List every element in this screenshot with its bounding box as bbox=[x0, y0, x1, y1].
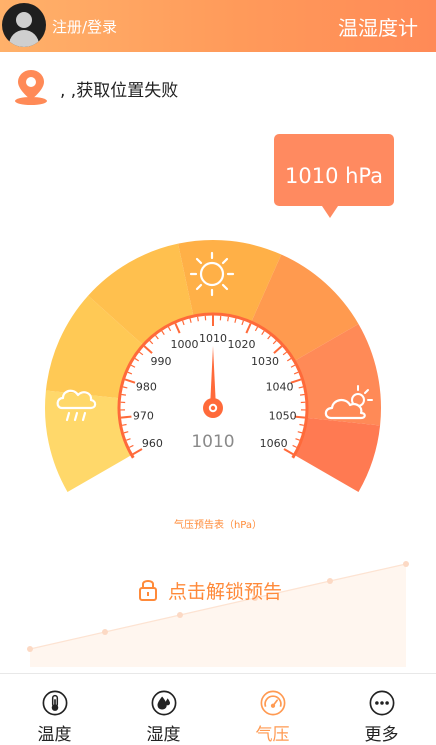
trend-point bbox=[403, 561, 409, 567]
lock-icon bbox=[138, 578, 158, 602]
gauge-tick-label: 1000 bbox=[171, 338, 199, 351]
gauge-tick bbox=[228, 317, 229, 321]
tab-humidity[interactable]: 湿度 bbox=[109, 674, 218, 745]
gauge-tick-label: 1030 bbox=[251, 355, 279, 368]
avatar-head bbox=[16, 12, 32, 28]
tab-label: 湿度 bbox=[147, 720, 181, 745]
tab-more[interactable]: 更多 bbox=[327, 674, 436, 745]
trend-point bbox=[177, 612, 183, 618]
forecast-trend-chart bbox=[0, 555, 436, 667]
humidity-drop-icon bbox=[150, 690, 178, 716]
gauge-tick-label: 1060 bbox=[260, 437, 288, 450]
trend-point bbox=[327, 578, 333, 584]
thermometer-icon bbox=[41, 690, 69, 716]
gauge-tick bbox=[122, 424, 126, 425]
trend-point bbox=[27, 646, 33, 652]
gauge-tick bbox=[121, 394, 125, 395]
app-title: 温湿度计 bbox=[338, 12, 418, 41]
pressure-gauge-icon bbox=[259, 690, 287, 716]
gauge-tick-label: 1040 bbox=[266, 380, 294, 393]
gauge-tick-label: 980 bbox=[136, 380, 157, 393]
gauge-band-segment bbox=[295, 418, 380, 492]
unlock-forecast-button[interactable]: 点击解锁预告 bbox=[138, 576, 282, 604]
reading-value: 1010 hPa bbox=[274, 164, 394, 188]
gauge-tick-label: 1010 bbox=[199, 332, 227, 345]
location-status: , ,获取位置失败 bbox=[60, 76, 178, 101]
pressure-gauge: 9609709809901000101010201030104010501060… bbox=[0, 230, 436, 510]
gauge-caption: 气压预告表（hPa） bbox=[0, 516, 436, 531]
gauge-tick bbox=[121, 417, 131, 418]
gauge-value-label: 1010 bbox=[191, 432, 234, 452]
bottom-tab-bar: 温度 湿度 气压 更多 bbox=[0, 673, 436, 745]
avatar-body bbox=[9, 30, 39, 47]
trend-point bbox=[102, 629, 108, 635]
gauge-tick bbox=[198, 317, 199, 321]
avatar[interactable] bbox=[2, 3, 46, 47]
gauge-tick-label: 990 bbox=[150, 355, 171, 368]
gauge-tick-label: 970 bbox=[133, 409, 154, 422]
unlock-forecast-label: 点击解锁预告 bbox=[168, 577, 282, 604]
gauge-tick-label: 1020 bbox=[227, 338, 255, 351]
gauge-tick-label: 960 bbox=[142, 437, 163, 450]
gauge-tick bbox=[299, 424, 303, 425]
login-link[interactable]: 注册/登录 bbox=[52, 16, 117, 37]
gauge-needle-hub-center bbox=[211, 406, 215, 410]
more-icon bbox=[368, 690, 396, 716]
gauge-tick-label: 1050 bbox=[269, 409, 297, 422]
tab-label: 温度 bbox=[38, 720, 72, 745]
app-header: 注册/登录 温湿度计 bbox=[0, 0, 436, 52]
tab-temperature[interactable]: 温度 bbox=[0, 674, 109, 745]
tab-pressure[interactable]: 气压 bbox=[218, 674, 327, 745]
tab-label: 更多 bbox=[365, 720, 399, 745]
gauge-tick bbox=[300, 394, 304, 395]
location-pin-icon bbox=[14, 68, 48, 106]
tab-label: 气压 bbox=[256, 720, 290, 745]
